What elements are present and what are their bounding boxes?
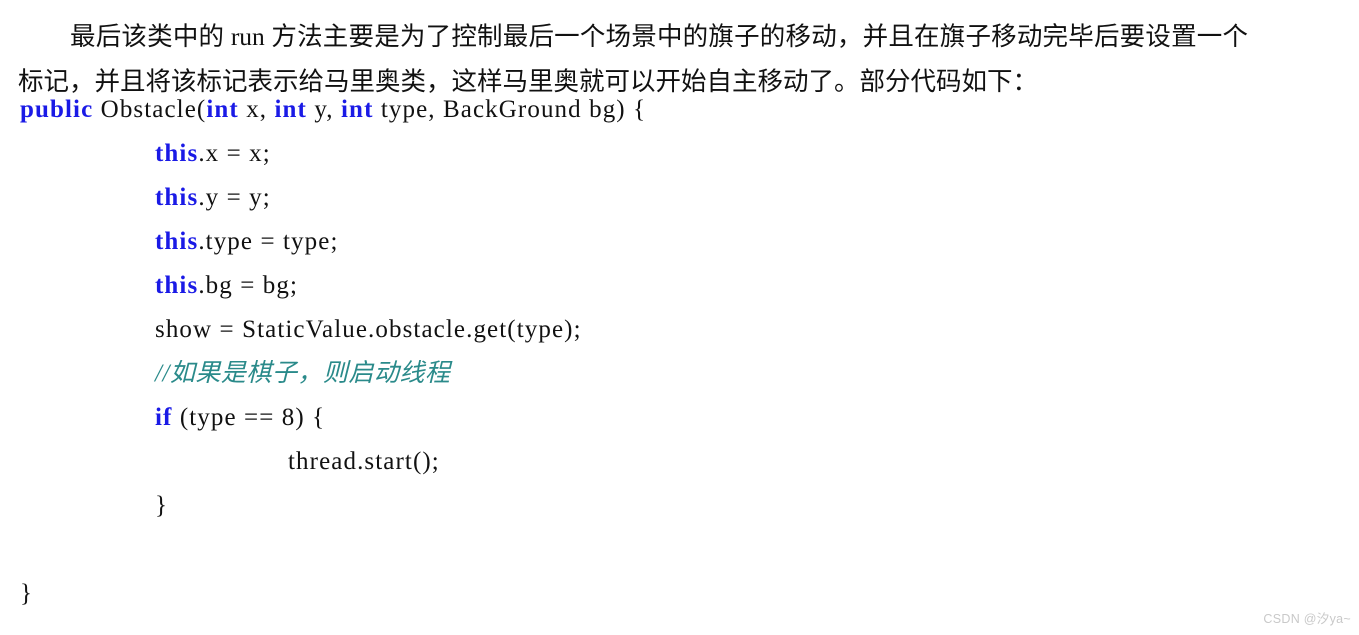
- code-token-plain: .bg = bg;: [198, 272, 299, 299]
- code-token-comment: //如果是棋子，则启动线程: [155, 360, 451, 387]
- code-token-keyword: public: [20, 96, 94, 123]
- code-token-plain: type, BackGround bg) {: [373, 96, 647, 123]
- code-line: show = StaticValue.obstacle.get(type);: [0, 308, 1359, 352]
- code-line: }: [0, 484, 1359, 528]
- code-line: this.y = y;: [0, 176, 1359, 220]
- code-token-keyword: this: [155, 140, 199, 167]
- code-token-plain: .y = y;: [198, 184, 271, 211]
- code-line: }: [0, 572, 1359, 616]
- code-line: thread.start();: [0, 440, 1359, 484]
- code-token-keyword: int: [341, 96, 374, 123]
- code-token-plain: (type == 8) {: [172, 404, 326, 431]
- code-token-plain: show = StaticValue.obstacle.get(type);: [155, 316, 582, 343]
- code-token-plain: .type = type;: [198, 228, 339, 255]
- code-block: public Obstacle(int x, int y, int type, …: [0, 88, 1359, 616]
- csdn-watermark: CSDN @汐ya~: [1263, 612, 1351, 626]
- code-token-plain: thread.start();: [288, 448, 440, 475]
- code-token-plain: y,: [306, 96, 342, 123]
- code-token-plain: .x = x;: [198, 140, 271, 167]
- code-token-keyword: int: [206, 96, 239, 123]
- code-token-plain: Obstacle(: [93, 96, 207, 123]
- code-line: public Obstacle(int x, int y, int type, …: [0, 88, 1359, 132]
- code-line: this.type = type;: [0, 220, 1359, 264]
- code-token-plain: x,: [238, 96, 275, 123]
- code-token-plain: }: [155, 492, 169, 519]
- code-token-keyword: if: [155, 404, 173, 431]
- code-line: this.x = x;: [0, 132, 1359, 176]
- code-token-keyword: this: [155, 184, 199, 211]
- code-token-keyword: this: [155, 228, 199, 255]
- code-token-keyword: this: [155, 272, 199, 299]
- code-line: //如果是棋子，则启动线程: [0, 352, 1359, 396]
- code-line: this.bg = bg;: [0, 264, 1359, 308]
- code-line: if (type == 8) {: [0, 396, 1359, 440]
- code-token-keyword: int: [274, 96, 307, 123]
- code-token-plain: }: [20, 580, 34, 607]
